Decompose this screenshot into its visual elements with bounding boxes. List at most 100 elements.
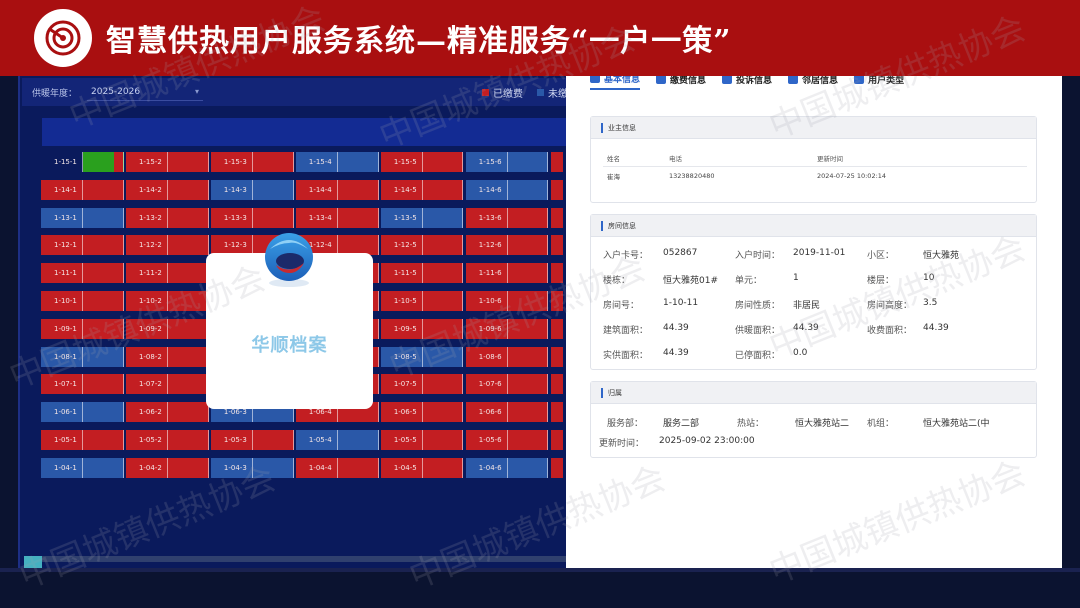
room-cell[interactable]: 1-13-6 <box>465 207 549 228</box>
room-cell[interactable]: 1-12-6 <box>465 235 549 256</box>
room-cell[interactable]: 1-08-1 <box>41 346 124 367</box>
payment-status-bar <box>168 152 209 172</box>
room-cell-clipped[interactable] <box>550 374 563 395</box>
room-cell[interactable]: 1-14-2 <box>125 179 209 200</box>
archive-card[interactable]: 华顺档案 <box>206 233 373 409</box>
room-cell[interactable]: 1-15-4 <box>295 152 379 172</box>
room-field: 已停面积： 0.0 <box>735 348 807 361</box>
payment-status-bar <box>338 207 379 228</box>
room-cell[interactable]: 1-11-1 <box>41 263 124 284</box>
room-cell[interactable]: 1-06-1 <box>41 402 124 423</box>
room-cell[interactable]: 1-14-6 <box>465 179 549 200</box>
heating-year-select[interactable]: 2025-2026 ▾ <box>87 83 204 101</box>
room-cell[interactable]: 1-14-4 <box>295 179 379 200</box>
room-cell[interactable]: 1-09-2 <box>125 318 209 339</box>
room-cell[interactable]: 1-05-3 <box>210 429 294 450</box>
grid-header-band <box>42 118 572 146</box>
room-cell-clipped[interactable] <box>550 152 563 172</box>
app-logo <box>34 9 92 67</box>
room-cell[interactable]: 1-08-5 <box>380 346 464 367</box>
room-cell[interactable]: 1-04-6 <box>465 457 549 478</box>
room-cell[interactable]: 1-07-2 <box>125 374 209 395</box>
room-label: 1-15-2 <box>126 152 168 172</box>
room-cell[interactable]: 1-08-2 <box>125 346 209 367</box>
room-cell[interactable]: 1-12-1 <box>41 235 124 256</box>
room-cell[interactable]: 1-12-5 <box>380 235 464 256</box>
room-cell-clipped[interactable] <box>550 290 563 311</box>
field-value: 10 <box>923 273 935 283</box>
room-cell[interactable]: 1-15-1 <box>41 152 124 172</box>
room-cell[interactable]: 1-15-3 <box>210 152 294 172</box>
grid-row: 1-15-1 1-15-2 1-15-3 1-15-4 1-15-5 1-15-6 <box>41 152 565 172</box>
room-cell[interactable]: 1-14-1 <box>41 179 124 200</box>
room-cell[interactable]: 1-06-2 <box>125 402 209 423</box>
household-info-panel: 基本信息 缴费信息 投诉信息 邻居信息 用户类型 业主信息 姓名 电话 更新时间 崔海 … <box>566 60 1062 568</box>
room-cell[interactable]: 1-05-4 <box>295 429 379 450</box>
room-cell[interactable]: 1-06-5 <box>380 402 464 423</box>
room-field: 房间高度： 3.5 <box>867 298 937 311</box>
room-cell[interactable]: 1-09-5 <box>380 318 464 339</box>
room-label: 1-06-5 <box>381 402 423 423</box>
room-label: 1-08-2 <box>126 346 168 367</box>
owner-name: 崔海 <box>607 173 620 181</box>
room-cell[interactable]: 1-05-1 <box>41 429 124 450</box>
room-cell[interactable]: 1-11-2 <box>125 263 209 284</box>
room-cell[interactable]: 1-13-1 <box>41 207 124 228</box>
room-cell[interactable]: 1-12-2 <box>125 235 209 256</box>
room-cell[interactable]: 1-05-5 <box>380 429 464 450</box>
room-cell[interactable]: 1-13-5 <box>380 207 464 228</box>
room-cell[interactable]: 1-14-3 <box>210 179 294 200</box>
payment-status-bar <box>83 179 124 200</box>
room-cell[interactable]: 1-10-6 <box>465 290 549 311</box>
room-cell[interactable]: 1-04-3 <box>210 457 294 478</box>
table-row: 崔海 13238820480 2024-07-25 10:02:14 <box>603 167 1027 185</box>
room-cell-clipped[interactable] <box>550 457 563 478</box>
payment-status-bar <box>508 290 549 311</box>
payment-status-bar <box>338 152 379 172</box>
room-cell[interactable]: 1-15-2 <box>125 152 209 172</box>
room-cell[interactable]: 1-07-5 <box>380 374 464 395</box>
owner-updated-time: 2024-07-25 10:02:14 <box>817 172 887 180</box>
room-cell[interactable]: 1-11-6 <box>465 263 549 284</box>
room-cell-clipped[interactable] <box>550 346 563 367</box>
room-cell-clipped[interactable] <box>550 429 563 450</box>
room-cell[interactable]: 1-15-6 <box>465 152 549 172</box>
room-cell[interactable]: 1-06-6 <box>465 402 549 423</box>
room-cell[interactable]: 1-05-6 <box>465 429 549 450</box>
payment-status-bar <box>168 429 209 450</box>
owner-phone: 13238820480 <box>669 172 715 180</box>
room-cell-clipped[interactable] <box>550 318 563 339</box>
room-cell[interactable]: 1-11-5 <box>380 263 464 284</box>
field-value: 恒大雅苑站二(中 <box>923 419 990 429</box>
room-cell-clipped[interactable] <box>550 179 563 200</box>
field-key: 入户时间： <box>735 251 781 261</box>
field-value: 恒大雅苑站二 <box>795 419 850 429</box>
room-cell[interactable]: 1-08-6 <box>465 346 549 367</box>
room-cell[interactable]: 1-04-5 <box>380 457 464 478</box>
room-cell[interactable]: 1-04-4 <box>295 457 379 478</box>
room-cell[interactable]: 1-15-5 <box>380 152 464 172</box>
payment-status-bar <box>168 402 209 423</box>
room-cell[interactable]: 1-04-2 <box>125 457 209 478</box>
room-cell[interactable]: 1-13-2 <box>125 207 209 228</box>
room-cell[interactable]: 1-14-5 <box>380 179 464 200</box>
room-cell[interactable]: 1-10-2 <box>125 290 209 311</box>
room-cell[interactable]: 1-10-5 <box>380 290 464 311</box>
room-cell-clipped[interactable] <box>550 207 563 228</box>
room-cell-clipped[interactable] <box>550 402 563 423</box>
room-cell[interactable]: 1-09-1 <box>41 318 124 339</box>
field-key: 已停面积： <box>735 351 781 361</box>
scrollbar-thumb[interactable] <box>24 556 42 568</box>
room-cell[interactable]: 1-10-1 <box>41 290 124 311</box>
room-cell[interactable]: 1-09-6 <box>465 318 549 339</box>
room-cell[interactable]: 1-04-1 <box>41 457 124 478</box>
payment-status-bar <box>168 179 209 200</box>
service-info-card: 归属 服务部： 服务二部 热站： 恒大雅苑站二 机组： 恒大雅苑站二(中 更新时间： 2025… <box>590 381 1037 458</box>
room-cell[interactable]: 1-07-6 <box>465 374 549 395</box>
room-cell[interactable]: 1-05-2 <box>125 429 209 450</box>
room-cell-clipped[interactable] <box>550 263 563 284</box>
room-cell-clipped[interactable] <box>550 235 563 256</box>
horizontal-scrollbar[interactable] <box>24 556 568 568</box>
field-key: 供暖面积： <box>735 326 781 336</box>
room-cell[interactable]: 1-07-1 <box>41 374 124 395</box>
